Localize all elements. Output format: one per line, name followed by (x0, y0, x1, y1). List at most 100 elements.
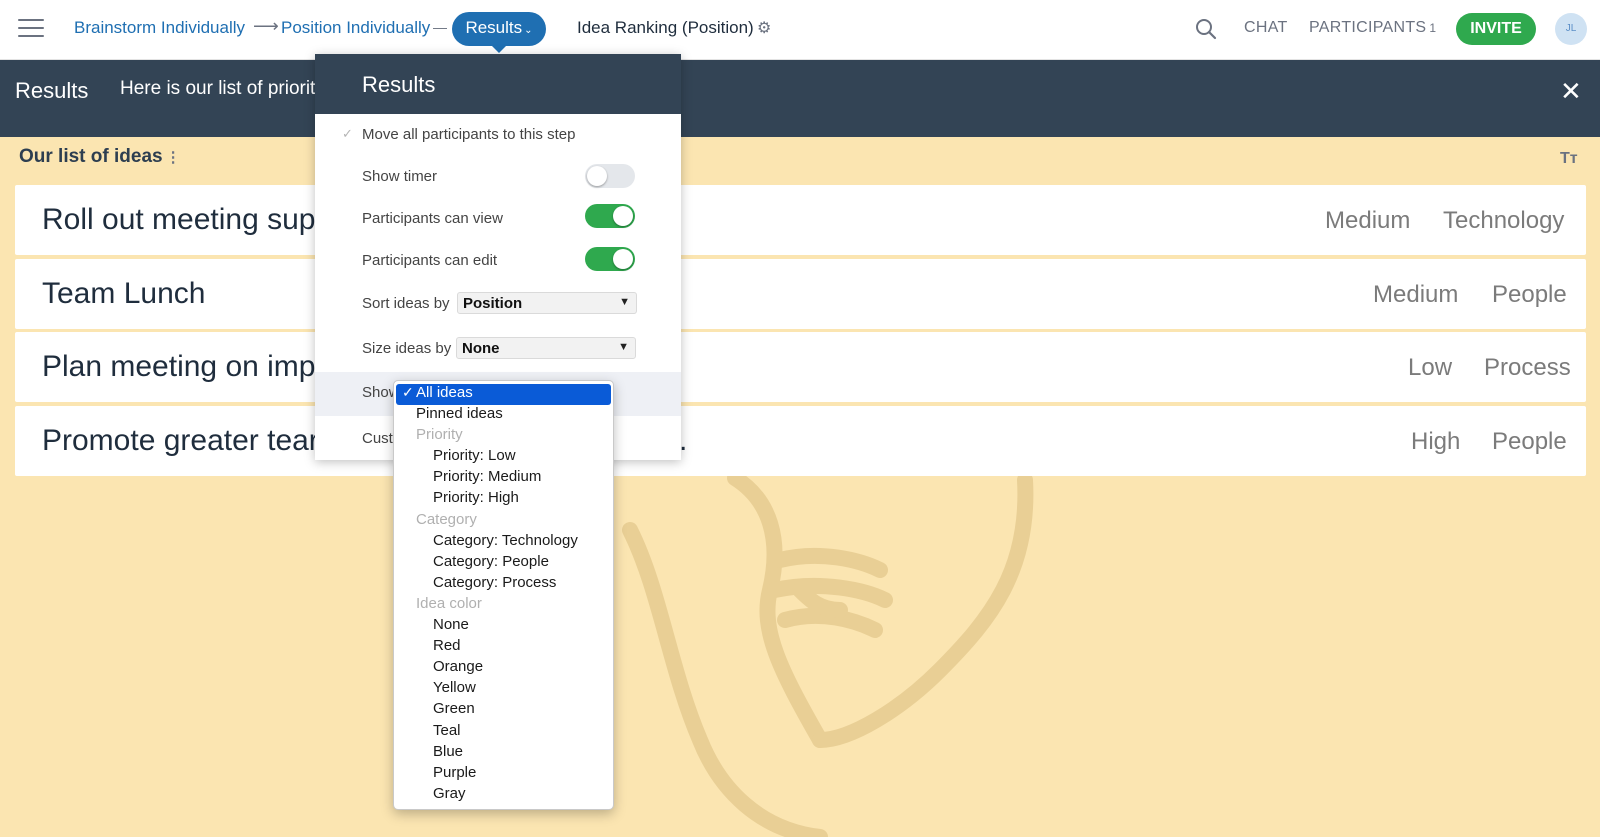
sort-ideas-value: Position (463, 295, 523, 312)
custom-label: Cust (362, 430, 393, 447)
dropdown-option[interactable]: Pinned ideas (394, 405, 613, 426)
participants-view-toggle[interactable] (585, 204, 635, 228)
dropdown-option[interactable]: Blue (394, 743, 613, 764)
popover-title: Results (315, 54, 681, 114)
chevron-down-icon: ▼ (619, 296, 630, 308)
idea-text: Team Lunch (42, 277, 206, 310)
size-ideas-select[interactable]: None ▼ (456, 337, 636, 359)
dropdown-option-label: Category: People (433, 552, 549, 570)
idea-priority: Low (1408, 354, 1453, 381)
dropdown-option[interactable]: Green (394, 700, 613, 721)
dropdown-option-label: Orange (433, 658, 484, 676)
dropdown-option-label: Red (433, 637, 461, 655)
gear-icon[interactable]: ⚙ (757, 18, 771, 38)
participants-link[interactable]: PARTICIPANTS 1 (1309, 19, 1436, 37)
dropdown-option[interactable]: Teal (394, 722, 613, 743)
avatar[interactable]: JL (1555, 13, 1587, 45)
current-step-label: Results (465, 18, 523, 37)
idea-row[interactable]: Team Lunch Medium People (15, 259, 1586, 329)
idea-text: Promote greater tear (42, 424, 319, 457)
dropdown-option[interactable]: Yellow (394, 679, 613, 700)
close-icon[interactable]: ✕ (1560, 76, 1582, 107)
check-icon: ✓ (402, 384, 414, 400)
dropdown-option[interactable]: ✓ All ideas (396, 384, 611, 406)
idea-category: People (1492, 428, 1567, 455)
search-icon[interactable] (1195, 18, 1217, 40)
dropdown-option[interactable]: Priority: Medium (394, 468, 613, 489)
size-ideas-row: Size ideas by None ▼ (315, 337, 681, 363)
dropdown-option-label: Gray (433, 784, 466, 802)
breadcrumb-brainstorm[interactable]: Brainstorm Individually (74, 18, 245, 38)
idea-category: People (1492, 281, 1567, 308)
popover-caret (492, 46, 506, 53)
show-filter-dropdown[interactable]: ✓ All ideas Pinned ideas Priority Priority: … (393, 380, 614, 810)
dropdown-option[interactable]: Category: People (394, 553, 613, 574)
participants-edit-label: Participants can edit (362, 252, 498, 269)
sort-ideas-select[interactable]: Position ▼ (457, 292, 637, 314)
invite-button[interactable]: INVITE (1456, 13, 1536, 45)
dropdown-option-label: Priority: Low (433, 447, 516, 465)
dropdown-option-label: Idea color (416, 594, 482, 612)
dropdown-option-label: Teal (433, 721, 461, 739)
dropdown-option-label: Category: Process (433, 573, 557, 591)
dropdown-option[interactable]: Red (394, 637, 613, 658)
show-timer-toggle[interactable] (585, 164, 635, 188)
more-vertical-icon[interactable]: ⋮ (166, 149, 181, 166)
idea-category: Technology (1443, 207, 1565, 234)
dropdown-option-label: Priority: High (433, 489, 519, 507)
idea-row[interactable]: Promote greater tear . High People (15, 406, 1586, 476)
sort-ideas-row: Sort ideas by Position ▼ (315, 292, 681, 318)
check-icon: ✓ (342, 126, 353, 141)
idea-row[interactable]: Plan meeting on impr Low Process (15, 332, 1586, 402)
dropdown-option[interactable]: Priority: High (394, 489, 613, 510)
size-ideas-value: None (462, 340, 500, 357)
dropdown-option[interactable]: Orange (394, 658, 613, 679)
idea-priority: Medium (1373, 281, 1459, 308)
participants-edit-toggle[interactable] (585, 247, 635, 271)
dropdown-option-label: Priority: Medium (433, 468, 542, 486)
dropdown-option[interactable]: Category: Technology (394, 532, 613, 553)
move-all-participants-option[interactable]: ✓ Move all participants to this step (315, 126, 681, 150)
idea-priority: High (1411, 428, 1461, 455)
chat-link[interactable]: CHAT (1244, 19, 1288, 37)
dropdown-option-label: Green (433, 700, 475, 718)
dropdown-option[interactable]: Priority: Low (394, 447, 613, 468)
show-timer-label: Show timer (362, 168, 438, 185)
dropdown-group-label: Idea color (394, 595, 613, 616)
list-title-text: Our list of ideas (19, 146, 163, 167)
step-header: Results Here is our list of priorit ✕ (0, 60, 1600, 137)
list-title: Our list of ideas ⋮ (19, 146, 181, 168)
dropdown-group-label: Priority (394, 426, 613, 447)
breadcrumb-arrow-icon: — (433, 19, 447, 35)
text-size-icon[interactable]: Tт (1560, 150, 1578, 168)
hamburger-icon[interactable] (18, 19, 44, 39)
idea-row[interactable]: Roll out meeting supp Medium Technology (15, 185, 1586, 255)
move-all-label: Move all participants to this step (362, 126, 576, 143)
participants-edit-row: Participants can edit (315, 247, 681, 277)
participants-label: PARTICIPANTS (1309, 19, 1427, 36)
breadcrumb-position[interactable]: Position Individually (281, 18, 430, 38)
idea-text: Roll out meeting supp (42, 203, 333, 236)
dropdown-option-label: None (433, 616, 469, 634)
dropdown-option[interactable]: None (394, 616, 613, 637)
chevron-down-icon: ⌄ (524, 25, 533, 36)
step-title: Idea Ranking (Position) (577, 18, 754, 37)
idea-category: Process (1484, 354, 1571, 381)
dropdown-option-label: Yellow (433, 679, 476, 697)
participants-count: 1 (1429, 21, 1437, 35)
dropdown-option[interactable]: Category: Process (394, 574, 613, 595)
dropdown-option-label: Priority (416, 426, 463, 444)
dropdown-option[interactable]: Gray (394, 785, 613, 806)
dropdown-option-label: Category: Technology (433, 531, 578, 549)
step-header-description: Here is our list of priorit (120, 78, 316, 99)
dropdown-option-label: Category (416, 510, 477, 528)
dropdown-option-label: Purple (433, 763, 477, 781)
step-header-title: Results (15, 78, 89, 103)
breadcrumb-arrow-icon: ⟶ (253, 16, 279, 36)
show-timer-row: Show timer (315, 164, 681, 194)
dropdown-option[interactable]: Purple (394, 764, 613, 785)
idea-text: Plan meeting on impr (42, 350, 326, 383)
current-step-button[interactable]: Results ⌄ (452, 12, 546, 46)
participants-view-row: Participants can view (315, 204, 681, 234)
dropdown-option-label: All ideas (416, 384, 473, 401)
